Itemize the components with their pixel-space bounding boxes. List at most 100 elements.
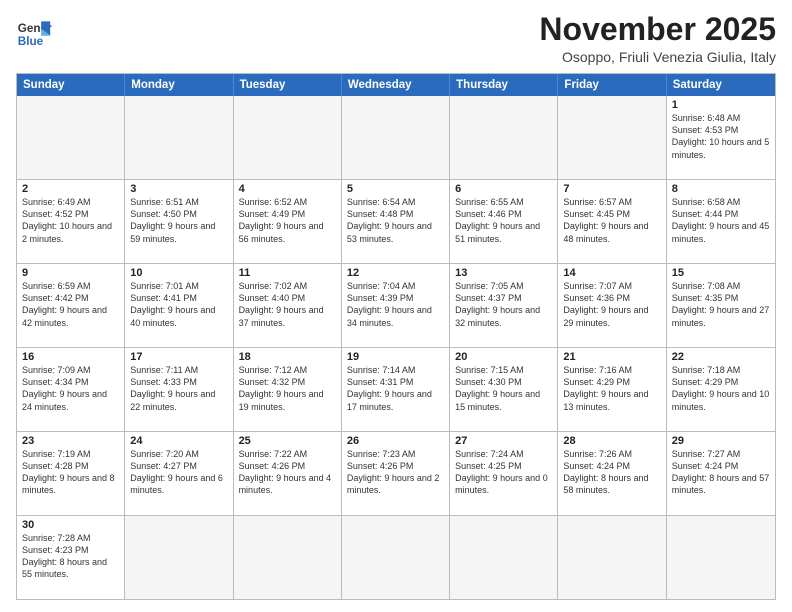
calendar-cell	[234, 96, 342, 179]
calendar-cell: 18Sunrise: 7:12 AM Sunset: 4:32 PM Dayli…	[234, 348, 342, 431]
day-number: 20	[455, 351, 552, 363]
day-number: 17	[130, 351, 227, 363]
calendar-cell: 7Sunrise: 6:57 AM Sunset: 4:45 PM Daylig…	[558, 180, 666, 263]
calendar-header-cell: Saturday	[667, 74, 775, 96]
day-info: Sunrise: 6:49 AM Sunset: 4:52 PM Dayligh…	[22, 196, 119, 245]
day-info: Sunrise: 7:18 AM Sunset: 4:29 PM Dayligh…	[672, 364, 770, 413]
day-info: Sunrise: 7:08 AM Sunset: 4:35 PM Dayligh…	[672, 280, 770, 329]
logo-icon: General Blue	[16, 16, 52, 52]
day-number: 10	[130, 267, 227, 279]
day-info: Sunrise: 7:27 AM Sunset: 4:24 PM Dayligh…	[672, 448, 770, 497]
day-number: 8	[672, 183, 770, 195]
calendar-header-cell: Thursday	[450, 74, 558, 96]
day-info: Sunrise: 7:16 AM Sunset: 4:29 PM Dayligh…	[563, 364, 660, 413]
day-info: Sunrise: 7:24 AM Sunset: 4:25 PM Dayligh…	[455, 448, 552, 497]
day-info: Sunrise: 7:22 AM Sunset: 4:26 PM Dayligh…	[239, 448, 336, 497]
day-number: 26	[347, 435, 444, 447]
day-info: Sunrise: 6:58 AM Sunset: 4:44 PM Dayligh…	[672, 196, 770, 245]
calendar-cell	[234, 516, 342, 599]
calendar-cell: 16Sunrise: 7:09 AM Sunset: 4:34 PM Dayli…	[17, 348, 125, 431]
calendar-cell: 28Sunrise: 7:26 AM Sunset: 4:24 PM Dayli…	[558, 432, 666, 515]
day-info: Sunrise: 7:01 AM Sunset: 4:41 PM Dayligh…	[130, 280, 227, 329]
day-number: 30	[22, 519, 119, 531]
calendar-header-cell: Friday	[558, 74, 666, 96]
day-number: 5	[347, 183, 444, 195]
calendar-row: 23Sunrise: 7:19 AM Sunset: 4:28 PM Dayli…	[17, 431, 775, 515]
day-info: Sunrise: 7:02 AM Sunset: 4:40 PM Dayligh…	[239, 280, 336, 329]
day-info: Sunrise: 6:57 AM Sunset: 4:45 PM Dayligh…	[563, 196, 660, 245]
calendar-cell	[17, 96, 125, 179]
calendar-cell: 12Sunrise: 7:04 AM Sunset: 4:39 PM Dayli…	[342, 264, 450, 347]
day-number: 6	[455, 183, 552, 195]
calendar-row: 9Sunrise: 6:59 AM Sunset: 4:42 PM Daylig…	[17, 263, 775, 347]
calendar-cell: 20Sunrise: 7:15 AM Sunset: 4:30 PM Dayli…	[450, 348, 558, 431]
day-number: 12	[347, 267, 444, 279]
calendar: SundayMondayTuesdayWednesdayThursdayFrid…	[16, 73, 776, 600]
day-number: 11	[239, 267, 336, 279]
calendar-cell: 22Sunrise: 7:18 AM Sunset: 4:29 PM Dayli…	[667, 348, 775, 431]
calendar-cell: 19Sunrise: 7:14 AM Sunset: 4:31 PM Dayli…	[342, 348, 450, 431]
calendar-cell: 15Sunrise: 7:08 AM Sunset: 4:35 PM Dayli…	[667, 264, 775, 347]
calendar-cell	[450, 96, 558, 179]
day-number: 29	[672, 435, 770, 447]
calendar-cell: 5Sunrise: 6:54 AM Sunset: 4:48 PM Daylig…	[342, 180, 450, 263]
calendar-cell: 30Sunrise: 7:28 AM Sunset: 4:23 PM Dayli…	[17, 516, 125, 599]
day-info: Sunrise: 7:20 AM Sunset: 4:27 PM Dayligh…	[130, 448, 227, 497]
page: General Blue November 2025 Osoppo, Friul…	[0, 0, 792, 612]
calendar-cell: 6Sunrise: 6:55 AM Sunset: 4:46 PM Daylig…	[450, 180, 558, 263]
calendar-cell	[450, 516, 558, 599]
day-info: Sunrise: 6:48 AM Sunset: 4:53 PM Dayligh…	[672, 112, 770, 161]
calendar-body: 1Sunrise: 6:48 AM Sunset: 4:53 PM Daylig…	[17, 96, 775, 599]
day-number: 9	[22, 267, 119, 279]
day-number: 22	[672, 351, 770, 363]
day-info: Sunrise: 6:59 AM Sunset: 4:42 PM Dayligh…	[22, 280, 119, 329]
calendar-row: 30Sunrise: 7:28 AM Sunset: 4:23 PM Dayli…	[17, 515, 775, 599]
day-info: Sunrise: 7:07 AM Sunset: 4:36 PM Dayligh…	[563, 280, 660, 329]
calendar-cell: 29Sunrise: 7:27 AM Sunset: 4:24 PM Dayli…	[667, 432, 775, 515]
calendar-cell	[125, 96, 233, 179]
calendar-cell: 25Sunrise: 7:22 AM Sunset: 4:26 PM Dayli…	[234, 432, 342, 515]
day-number: 16	[22, 351, 119, 363]
calendar-cell: 4Sunrise: 6:52 AM Sunset: 4:49 PM Daylig…	[234, 180, 342, 263]
calendar-cell: 11Sunrise: 7:02 AM Sunset: 4:40 PM Dayli…	[234, 264, 342, 347]
calendar-header: SundayMondayTuesdayWednesdayThursdayFrid…	[17, 74, 775, 96]
day-number: 24	[130, 435, 227, 447]
calendar-row: 1Sunrise: 6:48 AM Sunset: 4:53 PM Daylig…	[17, 96, 775, 179]
day-number: 15	[672, 267, 770, 279]
title-block: November 2025 Osoppo, Friuli Venezia Giu…	[539, 12, 776, 65]
calendar-row: 2Sunrise: 6:49 AM Sunset: 4:52 PM Daylig…	[17, 179, 775, 263]
calendar-cell	[558, 516, 666, 599]
calendar-cell: 26Sunrise: 7:23 AM Sunset: 4:26 PM Dayli…	[342, 432, 450, 515]
calendar-cell: 13Sunrise: 7:05 AM Sunset: 4:37 PM Dayli…	[450, 264, 558, 347]
day-number: 3	[130, 183, 227, 195]
calendar-cell: 17Sunrise: 7:11 AM Sunset: 4:33 PM Dayli…	[125, 348, 233, 431]
day-info: Sunrise: 7:11 AM Sunset: 4:33 PM Dayligh…	[130, 364, 227, 413]
day-number: 23	[22, 435, 119, 447]
day-info: Sunrise: 6:55 AM Sunset: 4:46 PM Dayligh…	[455, 196, 552, 245]
calendar-cell	[558, 96, 666, 179]
day-info: Sunrise: 6:52 AM Sunset: 4:49 PM Dayligh…	[239, 196, 336, 245]
day-info: Sunrise: 7:05 AM Sunset: 4:37 PM Dayligh…	[455, 280, 552, 329]
calendar-subtitle: Osoppo, Friuli Venezia Giulia, Italy	[539, 49, 776, 65]
day-info: Sunrise: 7:19 AM Sunset: 4:28 PM Dayligh…	[22, 448, 119, 497]
calendar-cell: 24Sunrise: 7:20 AM Sunset: 4:27 PM Dayli…	[125, 432, 233, 515]
calendar-cell: 23Sunrise: 7:19 AM Sunset: 4:28 PM Dayli…	[17, 432, 125, 515]
calendar-cell	[667, 516, 775, 599]
calendar-cell: 9Sunrise: 6:59 AM Sunset: 4:42 PM Daylig…	[17, 264, 125, 347]
logo: General Blue	[16, 16, 52, 52]
calendar-cell: 3Sunrise: 6:51 AM Sunset: 4:50 PM Daylig…	[125, 180, 233, 263]
calendar-cell	[125, 516, 233, 599]
day-number: 21	[563, 351, 660, 363]
calendar-row: 16Sunrise: 7:09 AM Sunset: 4:34 PM Dayli…	[17, 347, 775, 431]
day-number: 25	[239, 435, 336, 447]
day-number: 28	[563, 435, 660, 447]
calendar-header-cell: Tuesday	[234, 74, 342, 96]
day-info: Sunrise: 7:26 AM Sunset: 4:24 PM Dayligh…	[563, 448, 660, 497]
calendar-header-cell: Sunday	[17, 74, 125, 96]
calendar-header-cell: Monday	[125, 74, 233, 96]
day-info: Sunrise: 7:09 AM Sunset: 4:34 PM Dayligh…	[22, 364, 119, 413]
calendar-cell: 2Sunrise: 6:49 AM Sunset: 4:52 PM Daylig…	[17, 180, 125, 263]
day-number: 4	[239, 183, 336, 195]
day-number: 13	[455, 267, 552, 279]
day-number: 1	[672, 99, 770, 111]
